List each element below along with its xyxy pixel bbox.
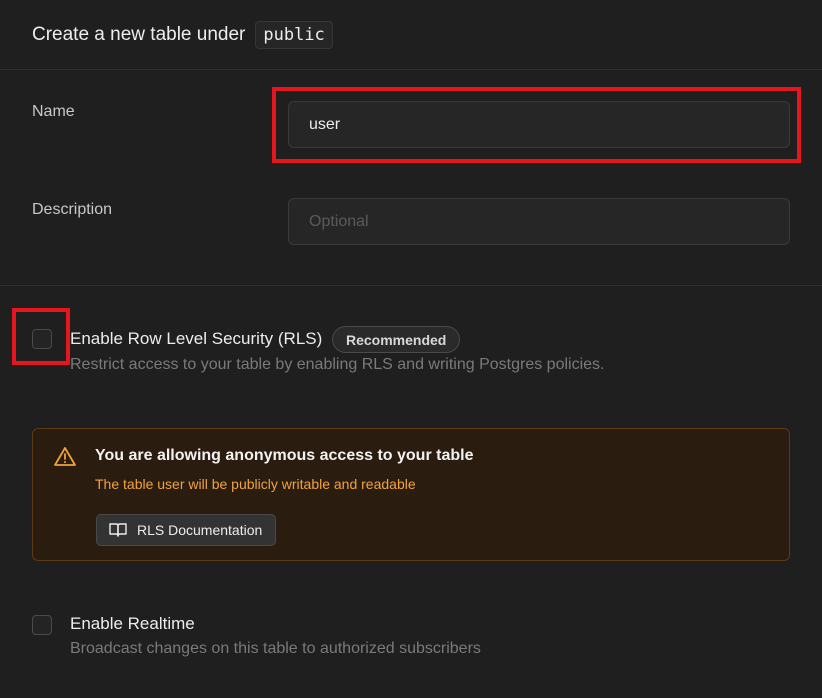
page-title: Create a new table under: [32, 23, 246, 45]
description-label: Description: [32, 201, 113, 218]
realtime-title: Enable Realtime: [70, 614, 195, 633]
rls-title: Enable Row Level Security (RLS): [70, 329, 323, 348]
rls-checkbox[interactable]: [32, 329, 52, 349]
schema-badge: public: [255, 20, 333, 49]
rls-documentation-label: RLS Documentation: [137, 522, 263, 538]
description-input[interactable]: [288, 198, 790, 245]
rls-description: Restrict access to your table by enablin…: [70, 356, 605, 373]
alert-title: You are allowing anonymous access to you…: [95, 447, 474, 464]
recommended-badge: Recommended: [332, 326, 461, 353]
alert-subtitle: The table user will be publicly writable…: [95, 476, 416, 492]
section-divider: [0, 285, 822, 286]
rls-documentation-button[interactable]: RLS Documentation: [96, 514, 277, 546]
warning-triangle-icon: [54, 447, 76, 466]
anonymous-access-alert: You are allowing anonymous access to you…: [32, 428, 790, 561]
realtime-description: Broadcast changes on this table to autho…: [70, 640, 481, 657]
page-header: Create a new table under public: [0, 0, 822, 70]
realtime-checkbox[interactable]: [32, 615, 52, 635]
name-label: Name: [32, 103, 75, 120]
book-icon: [109, 523, 127, 537]
name-input[interactable]: [288, 101, 790, 148]
